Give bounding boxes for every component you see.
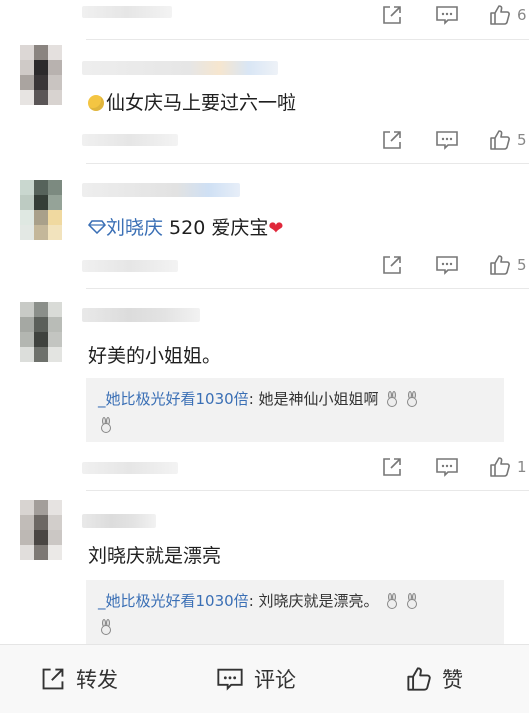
timestamp-blurred	[82, 260, 178, 272]
thumbs-up-icon	[490, 5, 510, 25]
thumbs-up-icon	[490, 255, 510, 275]
username-blurred[interactable]	[82, 61, 278, 75]
bottom-action-bar: 转发 评论 赞	[0, 644, 529, 713]
username-blurred[interactable]	[82, 183, 240, 197]
vip-username[interactable]: 刘晓庆	[106, 217, 163, 239]
avatar[interactable]	[20, 45, 62, 105]
comment-button[interactable]	[435, 253, 459, 277]
share-icon	[42, 668, 64, 690]
like-count: 5	[517, 256, 527, 274]
comment-label: 评论	[254, 668, 296, 692]
timestamp-blurred	[82, 6, 172, 18]
avatar[interactable]	[20, 180, 62, 240]
like-button[interactable]: 1	[489, 455, 527, 479]
comment-actions: 1	[329, 455, 529, 479]
share-icon	[383, 458, 401, 476]
username-blurred[interactable]	[82, 308, 200, 322]
thumbs-up-icon	[490, 130, 510, 150]
like-count: 6	[517, 6, 527, 24]
share-button[interactable]	[381, 3, 403, 27]
reply-username[interactable]: _她比极光好看1030倍	[98, 592, 249, 610]
like-count: 5	[517, 131, 527, 149]
comment-text: 好美的小姐姐。	[88, 345, 222, 367]
reply-username[interactable]: _她比极光好看1030倍	[98, 390, 249, 408]
comment-actions: 6	[329, 3, 529, 27]
comment-icon	[436, 131, 458, 150]
comment-actions: 5	[329, 128, 529, 152]
repost-label: 转发	[76, 668, 118, 692]
thumbs-up-icon	[490, 457, 510, 477]
timestamp-blurred	[82, 134, 178, 146]
divider	[86, 288, 529, 289]
comment-button[interactable]: 评论	[216, 665, 296, 693]
avatar[interactable]	[20, 302, 62, 362]
reply-box[interactable]: _她比极光好看1030倍: 她是神仙小姐姐啊	[86, 378, 504, 442]
like-button[interactable]: 6	[489, 3, 527, 27]
heart-icon: ❤	[268, 218, 284, 239]
comment-button[interactable]	[435, 455, 459, 479]
comment-actions: 5	[329, 253, 529, 277]
like-button[interactable]: 赞	[406, 665, 463, 693]
like-count: 1	[517, 458, 527, 476]
diamond-icon	[88, 220, 106, 235]
rabbit-emoji-icon	[101, 417, 111, 433]
comment-text: 仙女庆马上要过六一啦	[88, 88, 296, 115]
comment-icon	[217, 668, 243, 691]
reply-box[interactable]: _她比极光好看1030倍: 刘晓庆就是漂亮。	[86, 580, 504, 644]
divider	[86, 39, 529, 40]
username-blurred[interactable]	[82, 514, 156, 528]
like-label: 赞	[442, 668, 463, 692]
timestamp-blurred	[82, 462, 178, 474]
comment-icon	[436, 458, 458, 477]
like-button[interactable]: 5	[489, 128, 527, 152]
share-button[interactable]	[381, 128, 403, 152]
rabbit-emoji-icon	[387, 593, 398, 609]
repost-button[interactable]: 转发	[40, 665, 118, 693]
comment-icon	[436, 6, 458, 25]
rabbit-emoji-icon	[387, 391, 398, 407]
comment-button[interactable]	[435, 128, 459, 152]
rabbit-emoji-icon	[407, 593, 418, 609]
share-button[interactable]	[381, 455, 403, 479]
divider	[86, 163, 529, 164]
comment-text: 刘晓庆 520 爱庆宝❤	[88, 213, 283, 240]
rabbit-emoji-icon	[101, 619, 111, 635]
comment-button[interactable]	[435, 3, 459, 27]
share-icon	[383, 6, 401, 24]
share-icon	[383, 131, 401, 149]
comment-text: 刘晓庆就是漂亮	[88, 545, 222, 567]
comment-icon	[436, 256, 458, 275]
rabbit-emoji-icon	[407, 391, 418, 407]
share-icon	[383, 256, 401, 274]
reply-text: : 她是神仙小姐姐啊	[248, 390, 379, 408]
divider	[86, 490, 529, 491]
emoji-icon	[88, 95, 104, 111]
avatar[interactable]	[20, 500, 62, 560]
thumbs-up-icon	[407, 667, 431, 691]
like-button[interactable]: 5	[489, 253, 527, 277]
share-button[interactable]	[381, 253, 403, 277]
reply-text: : 刘晓庆就是漂亮。	[248, 592, 379, 610]
